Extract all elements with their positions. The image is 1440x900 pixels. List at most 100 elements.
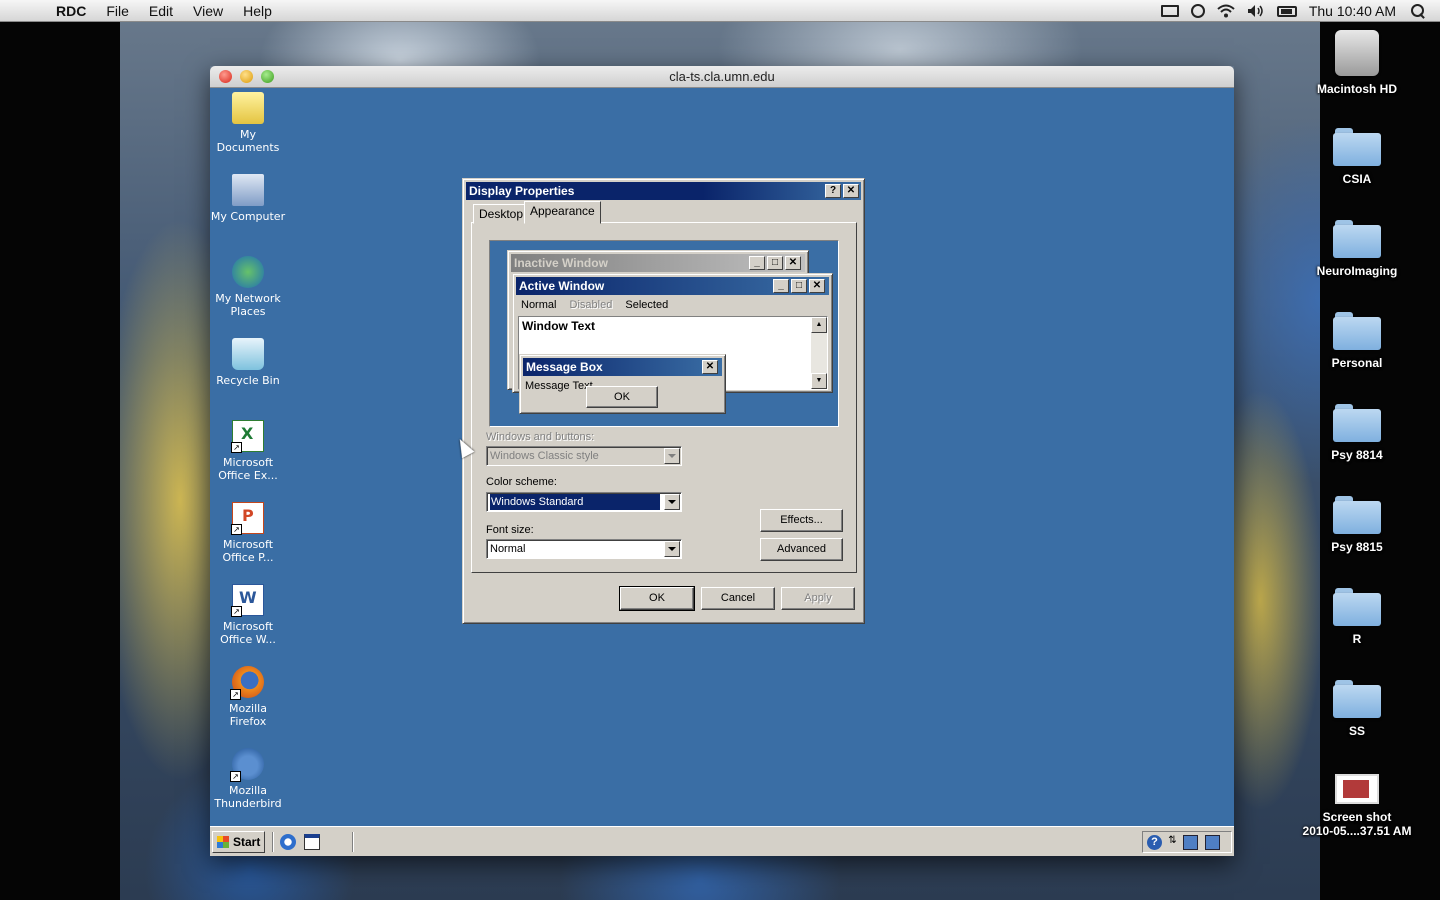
help-button[interactable]: ? bbox=[825, 184, 841, 198]
show-desktop-icon[interactable] bbox=[304, 834, 320, 850]
menu-app-name[interactable]: RDC bbox=[56, 3, 86, 19]
win-icon-recycle-bin[interactable]: Recycle Bin bbox=[210, 338, 286, 387]
dialog-close-button[interactable]: ✕ bbox=[843, 184, 859, 198]
my-computer-icon bbox=[232, 174, 264, 206]
thunderbird-icon: ↗ bbox=[230, 748, 264, 782]
display-mirroring-icon[interactable] bbox=[1160, 5, 1179, 17]
tab-appearance[interactable]: Appearance bbox=[524, 201, 601, 224]
time-machine-icon[interactable] bbox=[1190, 4, 1205, 18]
folder-icon bbox=[1333, 496, 1381, 534]
folder-icon bbox=[1333, 404, 1381, 442]
tab-desktop[interactable]: Desktop bbox=[473, 204, 530, 224]
rdc-titlebar[interactable]: cla-ts.cla.umn.edu bbox=[210, 66, 1234, 88]
close-icon: ✕ bbox=[785, 256, 801, 270]
excel-icon: ↗ bbox=[231, 420, 264, 453]
menubar-clock[interactable]: Thu 10:40 AM bbox=[1309, 3, 1396, 19]
preview-msgbox-titlebar: Message Box ✕ bbox=[523, 358, 722, 376]
win-icon-thunderbird[interactable]: ↗ Mozilla Thunderbird bbox=[210, 748, 286, 810]
start-button[interactable]: Start bbox=[212, 831, 265, 853]
menu-file[interactable]: File bbox=[106, 3, 129, 19]
mac-icon-label-line2: 2010-05....37.51 AM bbox=[1302, 824, 1412, 838]
network-places-icon bbox=[232, 256, 264, 288]
zoom-window-icon[interactable] bbox=[261, 70, 274, 83]
win-icon-label: My Computer bbox=[210, 210, 286, 223]
mac-desktop-icon-neuroimaging[interactable]: NeuroImaging bbox=[1297, 220, 1417, 278]
mac-desktop-icon-csia[interactable]: CSIA bbox=[1297, 128, 1417, 186]
display-properties-dialog: Display Properties ? ✕ Inactive Window _… bbox=[462, 178, 865, 624]
win-icon-firefox[interactable]: ↗ Mozilla Firefox bbox=[210, 666, 286, 728]
mac-desktop-icon-personal[interactable]: Personal bbox=[1297, 312, 1417, 370]
advanced-button[interactable]: Advanced bbox=[760, 538, 843, 561]
firefox-icon: ↗ bbox=[230, 666, 264, 700]
shortcut-arrow-icon: ↗ bbox=[230, 771, 241, 782]
mac-icon-label: Macintosh HD bbox=[1316, 82, 1397, 96]
chevron-down-icon bbox=[664, 448, 680, 464]
win-icon-label: My Documents bbox=[216, 128, 280, 154]
internet-explorer-icon[interactable] bbox=[280, 834, 296, 850]
win-icon-excel[interactable]: ↗ Microsoft Office Ex... bbox=[210, 420, 286, 482]
mac-desktop-icon-psy-8814[interactable]: Psy 8814 bbox=[1297, 404, 1417, 462]
ok-button[interactable]: OK bbox=[619, 586, 695, 611]
font-size-value: Normal bbox=[490, 543, 526, 555]
rdc-window-title: cla-ts.cla.umn.edu bbox=[669, 69, 775, 84]
hard-drive-icon bbox=[1335, 30, 1379, 76]
remote-windows-desktop: My Documents My Computer My Network Plac… bbox=[210, 88, 1234, 826]
menu-edit[interactable]: Edit bbox=[149, 3, 173, 19]
wifi-icon[interactable] bbox=[1217, 4, 1235, 18]
preview-menu-selected: Selected bbox=[625, 299, 669, 311]
font-size-select[interactable]: Normal bbox=[486, 539, 682, 559]
win-icon-my-documents[interactable]: My Documents bbox=[210, 92, 286, 154]
effects-button[interactable]: Effects... bbox=[760, 509, 843, 532]
my-documents-icon bbox=[232, 92, 264, 124]
preview-active-titlebar: Active Window _ □ ✕ bbox=[516, 277, 829, 295]
preview-msgbox-text: Message Text bbox=[525, 380, 593, 392]
mac-desktop-icon-ss[interactable]: SS bbox=[1297, 680, 1417, 738]
preview-menu-disabled: Disabled bbox=[569, 299, 613, 311]
mac-icon-label: Psy 8814 bbox=[1331, 448, 1383, 462]
network-tray-icon[interactable] bbox=[1183, 835, 1198, 850]
folder-icon bbox=[1333, 220, 1381, 258]
win-icon-label: Mozilla Thunderbird bbox=[214, 784, 282, 810]
menu-help[interactable]: Help bbox=[243, 3, 272, 19]
preview-menu-normal: Normal bbox=[521, 299, 557, 311]
windows-taskbar: Start ? ⇅ bbox=[210, 826, 1234, 856]
mac-desktop-icon-r[interactable]: R bbox=[1297, 588, 1417, 646]
rdc-window: cla-ts.cla.umn.edu My Documents My Compu… bbox=[210, 66, 1234, 856]
win-icon-label: Recycle Bin bbox=[216, 374, 280, 387]
win-icon-word[interactable]: ↗ Microsoft Office W... bbox=[210, 584, 286, 646]
dialog-titlebar[interactable]: Display Properties ? ✕ bbox=[466, 182, 861, 200]
win-icon-label: Microsoft Office W... bbox=[220, 620, 276, 646]
mac-desktop-icon-macintosh-hd[interactable]: Macintosh HD bbox=[1297, 30, 1417, 96]
menu-view[interactable]: View bbox=[193, 3, 223, 19]
mac-icon-label: NeuroImaging bbox=[1316, 264, 1398, 278]
mac-desktop-icon-psy-8815[interactable]: Psy 8815 bbox=[1297, 496, 1417, 554]
close-icon: ✕ bbox=[809, 279, 825, 293]
close-window-icon[interactable] bbox=[219, 70, 232, 83]
windows-buttons-value: Windows Classic style bbox=[490, 450, 599, 462]
word-icon: ↗ bbox=[231, 584, 264, 617]
recycle-bin-icon bbox=[232, 338, 264, 370]
help-tray-icon[interactable]: ? bbox=[1147, 835, 1162, 850]
chevron-down-icon[interactable] bbox=[664, 494, 680, 510]
minimize-window-icon[interactable] bbox=[240, 70, 253, 83]
folder-icon bbox=[1333, 128, 1381, 166]
battery-icon[interactable] bbox=[1276, 5, 1297, 17]
folder-icon bbox=[1333, 312, 1381, 350]
font-size-label: Font size: bbox=[486, 524, 534, 536]
mac-icon-label: CSIA bbox=[1342, 172, 1372, 186]
cancel-button[interactable]: Cancel bbox=[701, 587, 775, 610]
win-icon-powerpoint[interactable]: ↗ Microsoft Office P... bbox=[210, 502, 286, 564]
network-disconnected-tray-icon[interactable] bbox=[1205, 835, 1220, 850]
spotlight-search-icon[interactable] bbox=[1410, 3, 1426, 19]
chevron-down-icon[interactable] bbox=[664, 541, 680, 557]
preview-window-text: Window Text bbox=[522, 319, 595, 333]
volume-icon[interactable] bbox=[1247, 4, 1265, 18]
color-scheme-select[interactable]: Windows Standard bbox=[486, 492, 682, 512]
win-icon-my-computer[interactable]: My Computer bbox=[210, 174, 286, 223]
win-icon-network-places[interactable]: My Network Places bbox=[210, 256, 286, 318]
mac-desktop-icon-screenshot[interactable]: Screen shot 2010-05....37.51 AM bbox=[1287, 774, 1427, 838]
minimize-icon: _ bbox=[773, 279, 789, 293]
apply-button[interactable]: Apply bbox=[781, 587, 855, 610]
tray-expand-icon[interactable]: ⇅ bbox=[1165, 835, 1180, 850]
preview-inactive-title: Inactive Window bbox=[514, 256, 608, 270]
